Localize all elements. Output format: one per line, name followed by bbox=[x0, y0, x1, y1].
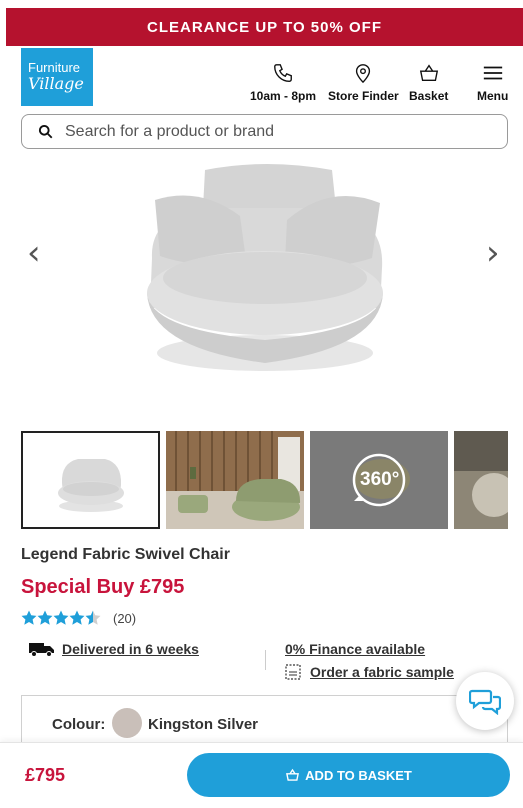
finance-link[interactable]: 0% Finance available bbox=[285, 641, 425, 657]
add-to-basket-button[interactable]: ADD TO BASKET bbox=[187, 753, 510, 797]
fabric-sample-icon bbox=[285, 664, 301, 680]
lifestyle-thumbnail-image bbox=[454, 431, 508, 529]
chat-button[interactable] bbox=[456, 672, 514, 730]
colour-label: Colour: bbox=[52, 716, 106, 733]
gallery-thumbnail-1[interactable] bbox=[21, 431, 160, 529]
promo-text: CLEARANCE UP TO 50% OFF bbox=[147, 18, 382, 36]
fabric-sample-link[interactable]: Order a fabric sample bbox=[310, 664, 454, 680]
footer-price: £795 bbox=[25, 765, 66, 785]
chat-bubbles-icon bbox=[469, 689, 501, 715]
special-price: Special Buy £795 bbox=[21, 576, 185, 598]
menu-button[interactable]: Menu bbox=[477, 62, 508, 103]
hamburger-menu-icon bbox=[483, 66, 502, 80]
search-placeholder: Search for a product or brand bbox=[65, 122, 275, 140]
chair-thumbnail-image bbox=[23, 433, 158, 527]
product-main-image[interactable] bbox=[0, 158, 523, 408]
delivery-link[interactable]: Delivered in 6 weeks bbox=[62, 641, 199, 657]
gallery-prev-arrow[interactable]: ‹ bbox=[27, 236, 41, 270]
furniture-village-logo[interactable]: Furniture Village bbox=[21, 48, 93, 106]
room-scene-image bbox=[166, 431, 304, 529]
store-finder-button[interactable]: Store Finder bbox=[328, 62, 399, 103]
product-title: Legend Fabric Swivel Chair bbox=[21, 546, 230, 563]
promo-banner[interactable]: CLEARANCE UP TO 50% OFF bbox=[6, 8, 523, 46]
search-icon bbox=[38, 124, 53, 139]
logo-line-1: Furniture bbox=[28, 60, 81, 75]
store-finder-label: Store Finder bbox=[328, 89, 399, 103]
basket-button[interactable]: Basket bbox=[409, 62, 448, 103]
gallery-next-arrow[interactable]: › bbox=[486, 236, 500, 270]
info-divider bbox=[265, 650, 266, 670]
opening-hours-button[interactable]: 10am - 8pm bbox=[250, 62, 316, 103]
colour-swatch[interactable] bbox=[112, 708, 142, 738]
product-rating[interactable]: (20) bbox=[21, 610, 136, 626]
search-input[interactable]: Search for a product or brand bbox=[21, 114, 508, 149]
star-rating-icon bbox=[21, 610, 101, 625]
colour-name: Kingston Silver bbox=[148, 716, 259, 733]
phone-icon bbox=[274, 64, 292, 82]
thumb-360-label: 360° bbox=[360, 469, 400, 490]
menu-label: Menu bbox=[477, 89, 509, 103]
hours-label: 10am - 8pm bbox=[250, 89, 317, 103]
logo-line-2: Village bbox=[28, 74, 84, 93]
basket-icon bbox=[286, 768, 300, 781]
gallery-thumbnail-2[interactable] bbox=[166, 431, 304, 529]
gallery-thumbnail-360[interactable]: 360° bbox=[310, 431, 448, 529]
basket-icon bbox=[419, 64, 438, 82]
delivery-truck-icon bbox=[29, 643, 54, 657]
map-pin-icon bbox=[356, 64, 371, 84]
rating-count: (20) bbox=[113, 610, 137, 626]
gallery-thumbnail-4[interactable] bbox=[454, 431, 508, 529]
basket-label: Basket bbox=[409, 89, 449, 103]
add-to-basket-label: ADD TO BASKET bbox=[305, 767, 412, 783]
